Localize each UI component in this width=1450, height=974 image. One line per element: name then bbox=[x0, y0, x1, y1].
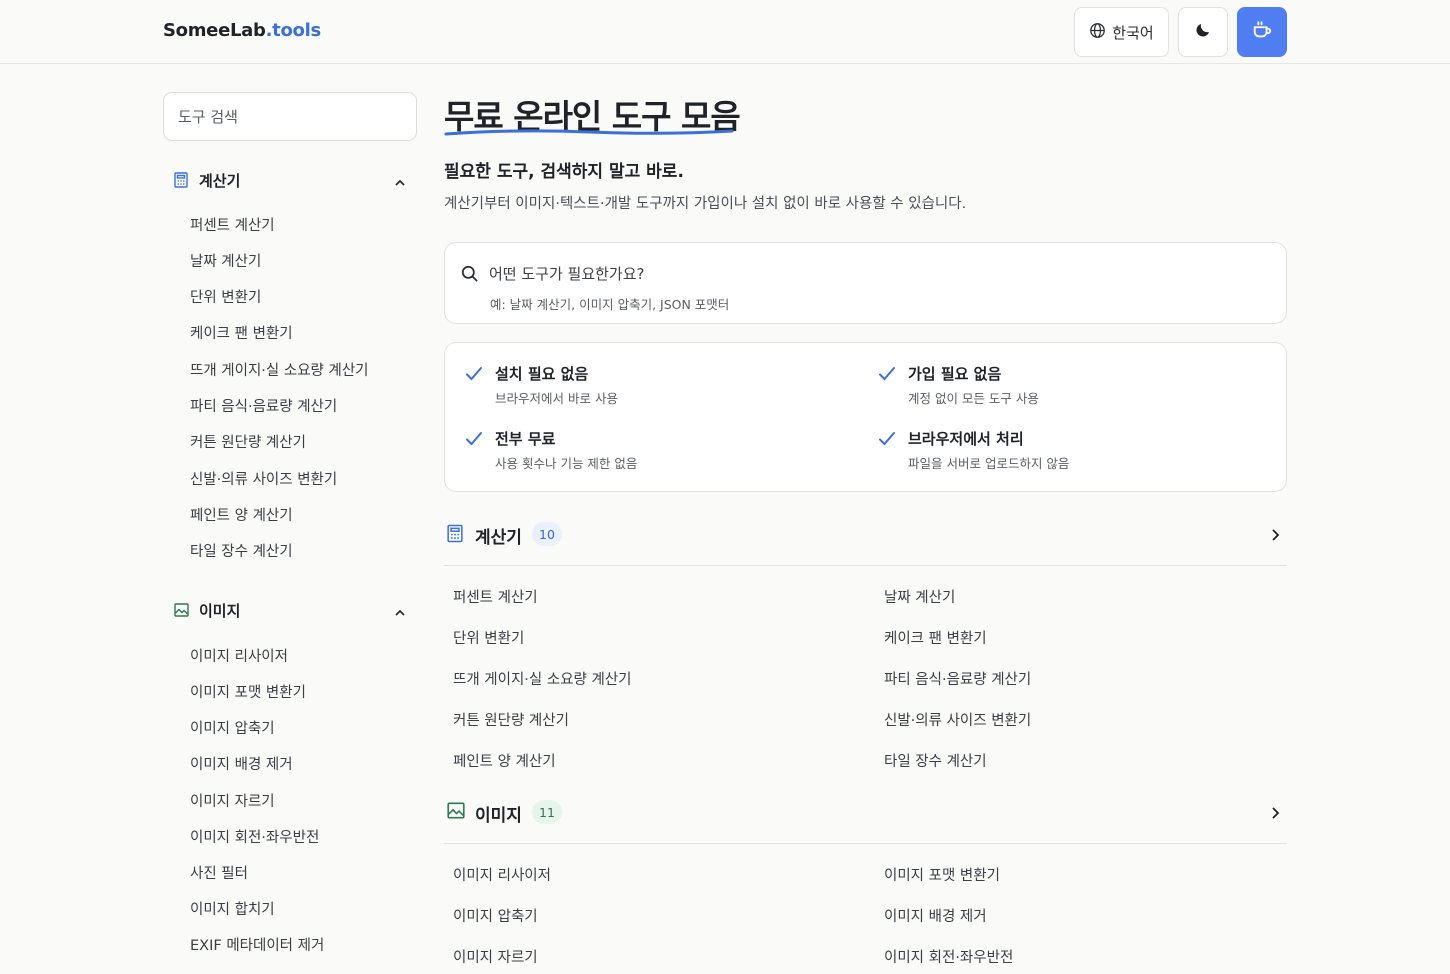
sidebar-item-curtain-calculator[interactable]: 커튼 원단량 계산기 bbox=[190, 431, 306, 452]
checkmark-icon bbox=[465, 365, 483, 387]
feature-title: 가입 필요 없음 bbox=[908, 365, 1002, 383]
tool-link[interactable]: 케이크 팬 변환기 bbox=[884, 627, 987, 648]
sidebar-item-tile-calculator[interactable]: 타일 장수 계산기 bbox=[190, 540, 293, 561]
sidebar-search-input[interactable] bbox=[163, 92, 417, 141]
tool-count-badge: 10 bbox=[532, 522, 562, 546]
section-header-image[interactable]: 이미지 11 bbox=[444, 798, 1287, 844]
search-icon bbox=[460, 264, 479, 287]
feature-subtitle: 브라우저에서 바로 사용 bbox=[495, 391, 618, 406]
tool-link[interactable]: 파티 음식·음료량 계산기 bbox=[884, 668, 1031, 689]
buy-coffee-button[interactable] bbox=[1237, 7, 1287, 57]
sidebar-category-image[interactable]: 이미지 bbox=[163, 595, 417, 625]
checkmark-icon bbox=[465, 430, 483, 452]
checkmark-icon bbox=[878, 365, 896, 387]
chevron-up-icon[interactable] bbox=[394, 174, 406, 193]
logo-suffix: .tools bbox=[265, 20, 322, 41]
chevron-up-icon[interactable] bbox=[394, 604, 406, 623]
feature-subtitle: 파일을 서버로 업로드하지 않음 bbox=[908, 456, 1070, 471]
logo-main: SomeeLab bbox=[163, 20, 266, 41]
sidebar-item-knitting-calculator[interactable]: 뜨개 게이지·실 소요량 계산기 bbox=[190, 359, 369, 380]
sidebar-item-image-rotate[interactable]: 이미지 회전·좌우반전 bbox=[190, 826, 319, 847]
chevron-right-icon[interactable] bbox=[1269, 805, 1281, 824]
title-underline-decoration bbox=[444, 129, 734, 136]
image-icon bbox=[174, 602, 189, 621]
sidebar-item-image-compressor[interactable]: 이미지 압축기 bbox=[190, 717, 275, 738]
hero-title: 무료 온라인 도구 모음 bbox=[444, 90, 741, 138]
calculator-icon bbox=[447, 524, 463, 547]
globe-icon bbox=[1089, 22, 1106, 43]
tool-link[interactable]: 이미지 압축기 bbox=[453, 905, 538, 926]
sidebar-category-label: 계산기 bbox=[199, 171, 241, 190]
coffee-cup-icon bbox=[1251, 19, 1273, 45]
image-icon bbox=[447, 802, 465, 823]
sidebar-item-background-remover[interactable]: 이미지 배경 제거 bbox=[190, 753, 293, 774]
sidebar-item-paint-calculator[interactable]: 페인트 양 계산기 bbox=[190, 504, 293, 525]
checkmark-icon bbox=[878, 430, 896, 452]
tool-link[interactable]: 이미지 리사이저 bbox=[453, 864, 551, 885]
tool-search-placeholder[interactable]: 어떤 도구가 필요한가요? bbox=[489, 263, 645, 284]
features-card: 설치 필요 없음 브라우저에서 바로 사용 가입 필요 없음 계정 없이 모든 … bbox=[444, 342, 1287, 492]
tool-search-box[interactable]: 어떤 도구가 필요한가요? 예: 날짜 계산기, 이미지 압축기, JSON 포… bbox=[444, 242, 1287, 324]
calculator-icon bbox=[174, 172, 188, 192]
tool-link[interactable]: 퍼센트 계산기 bbox=[453, 586, 538, 607]
tool-link[interactable]: 페인트 양 계산기 bbox=[453, 750, 556, 771]
tool-link[interactable]: 신발·의류 사이즈 변환기 bbox=[884, 709, 1031, 730]
tool-search-hint: 예: 날짜 계산기, 이미지 압축기, JSON 포맷터 bbox=[490, 297, 730, 312]
tool-link[interactable]: 이미지 자르기 bbox=[453, 946, 538, 967]
language-button[interactable]: 한국어 bbox=[1074, 7, 1169, 57]
sidebar-item-date-calculator[interactable]: 날짜 계산기 bbox=[190, 250, 261, 271]
tool-count-badge: 11 bbox=[532, 800, 562, 824]
site-logo[interactable]: SomeeLab.tools bbox=[163, 20, 321, 41]
tool-link[interactable]: 커튼 원단량 계산기 bbox=[453, 709, 569, 730]
feature-title: 브라우저에서 처리 bbox=[908, 430, 1024, 448]
moon-icon bbox=[1194, 21, 1212, 43]
sidebar-item-percent-calculator[interactable]: 퍼센트 계산기 bbox=[190, 214, 275, 235]
page-description: 계산기부터 이미지·텍스트·개발 도구까지 가입이나 설치 없이 바로 사용할 … bbox=[444, 196, 967, 212]
sidebar-item-image-format-converter[interactable]: 이미지 포맷 변환기 bbox=[190, 681, 306, 702]
feature-title: 전부 무료 bbox=[495, 430, 556, 448]
section-title: 계산기 bbox=[475, 528, 522, 548]
theme-toggle-button[interactable] bbox=[1178, 7, 1228, 57]
sidebar-item-exif-remover[interactable]: EXIF 메타데이터 제거 bbox=[190, 934, 324, 955]
sidebar-item-photo-filter[interactable]: 사진 필터 bbox=[190, 862, 248, 883]
feature-title: 설치 필요 없음 bbox=[495, 365, 589, 383]
sidebar-item-image-crop[interactable]: 이미지 자르기 bbox=[190, 790, 275, 811]
tool-link[interactable]: 이미지 배경 제거 bbox=[884, 905, 987, 926]
section-title: 이미지 bbox=[475, 806, 522, 826]
section-header-calculator[interactable]: 계산기 10 bbox=[444, 520, 1287, 566]
page-subtitle: 필요한 도구, 검색하지 말고 바로. bbox=[444, 162, 684, 182]
top-header: SomeeLab.tools 한국어 bbox=[0, 0, 1450, 64]
feature-subtitle: 사용 횟수나 기능 제한 없음 bbox=[495, 456, 638, 471]
tool-link[interactable]: 뜨개 게이지·실 소요량 계산기 bbox=[453, 668, 632, 689]
language-label: 한국어 bbox=[1112, 23, 1154, 42]
sidebar-item-unit-converter[interactable]: 단위 변환기 bbox=[190, 286, 261, 307]
tool-link[interactable]: 이미지 포맷 변환기 bbox=[884, 864, 1000, 885]
sidebar-category-label: 이미지 bbox=[199, 601, 241, 620]
sidebar-item-size-converter[interactable]: 신발·의류 사이즈 변환기 bbox=[190, 468, 337, 489]
feature-subtitle: 계정 없이 모든 도구 사용 bbox=[908, 391, 1039, 406]
chevron-right-icon[interactable] bbox=[1269, 527, 1281, 546]
tool-link[interactable]: 단위 변환기 bbox=[453, 627, 524, 648]
tool-link[interactable]: 이미지 회전·좌우반전 bbox=[884, 946, 1013, 967]
sidebar-item-party-calculator[interactable]: 파티 음식·음료량 계산기 bbox=[190, 395, 337, 416]
tool-link[interactable]: 타일 장수 계산기 bbox=[884, 750, 987, 771]
sidebar-item-image-resizer[interactable]: 이미지 리사이저 bbox=[190, 645, 288, 666]
sidebar-item-image-merge[interactable]: 이미지 합치기 bbox=[190, 898, 275, 919]
tool-link[interactable]: 날짜 계산기 bbox=[884, 586, 955, 607]
sidebar-item-cake-pan-converter[interactable]: 케이크 팬 변환기 bbox=[190, 322, 293, 343]
sidebar-category-calculator[interactable]: 계산기 bbox=[163, 165, 417, 195]
